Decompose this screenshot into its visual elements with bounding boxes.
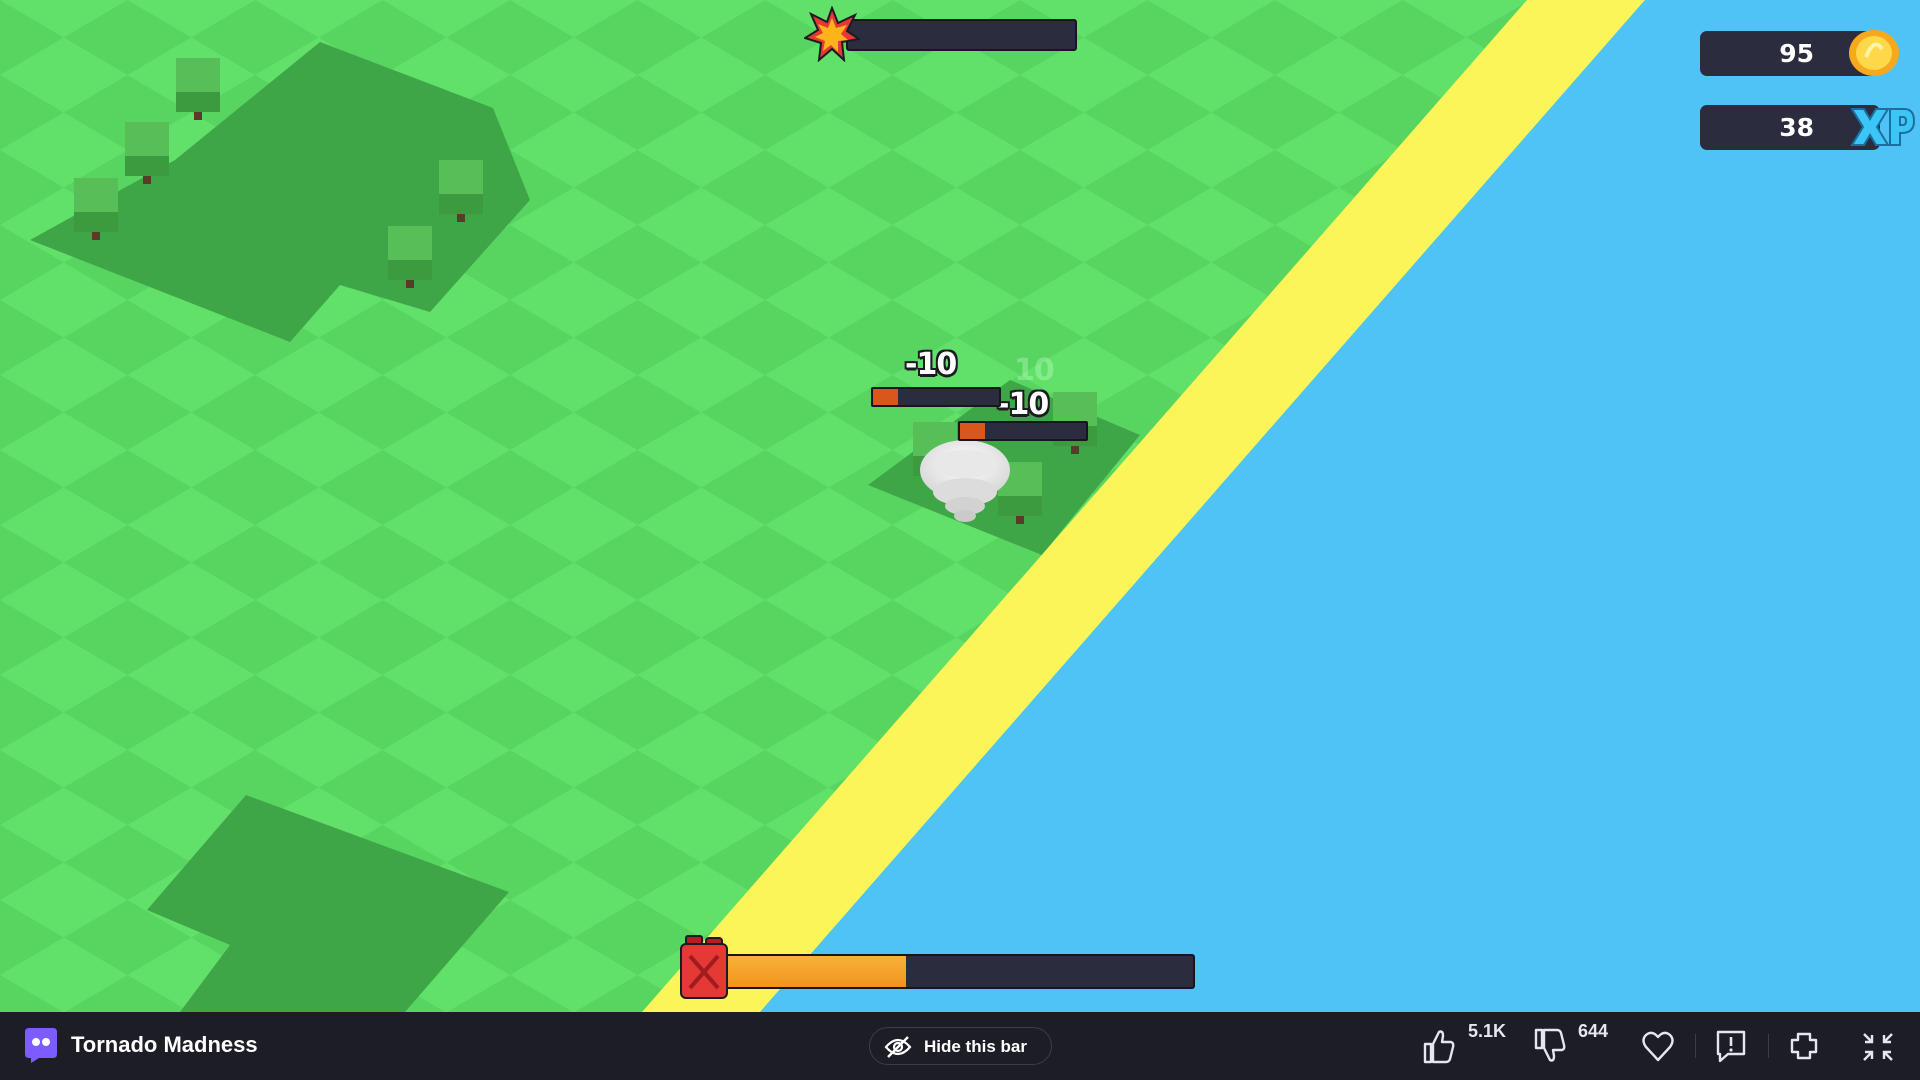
tree-health-bar [871,387,1001,407]
game-scene [0,0,1920,1012]
damage-popup-faded: 10 [1014,353,1055,388]
tree-health-bar [958,421,1088,441]
divider [1768,1034,1769,1058]
tree [176,58,220,120]
thumbs-down-icon[interactable] [1532,1026,1566,1066]
tree [74,178,118,240]
theater-mode-icon[interactable] [1787,1026,1821,1066]
tree-health-fill [873,389,899,405]
dislike-count: 644 [1578,1021,1609,1041]
tree [439,160,483,222]
exit-fullscreen-icon[interactable] [1860,1026,1896,1066]
hide-bar-button[interactable]: Hide this bar [869,1027,1052,1065]
heart-icon[interactable] [1641,1026,1675,1066]
tree-health-fill [960,423,986,439]
damage-popup: -10 [997,387,1049,422]
xp-icon [1850,108,1916,146]
tree [125,122,169,184]
platform-logo-icon[interactable] [23,1026,59,1064]
eye-off-icon [884,1036,912,1058]
power-bar [846,19,1077,51]
fuel-bar [720,954,1195,989]
report-icon[interactable] [1714,1026,1748,1066]
coin-value: 95 [1779,39,1814,68]
like-count: 5.1K [1468,1021,1507,1041]
damage-popup: -10 [905,347,957,382]
hide-bar-label: Hide this bar [924,1037,1027,1056]
explosion-star-icon [804,6,860,62]
xp-value: 38 [1779,113,1814,142]
game-title: Tornado Madness [71,1032,258,1057]
fuel-bar-fill [722,956,906,987]
divider [1695,1034,1696,1058]
bottom-bar: Tornado Madness Hide this bar 5.1K 644 [0,1012,1920,1080]
thumbs-up-icon[interactable] [1421,1026,1455,1066]
gold-coin-icon [1849,30,1899,76]
tree [388,226,432,288]
game-viewport[interactable]: 95 38 -10 -10 10 [0,0,1920,1012]
fuel-can-icon [680,935,728,999]
